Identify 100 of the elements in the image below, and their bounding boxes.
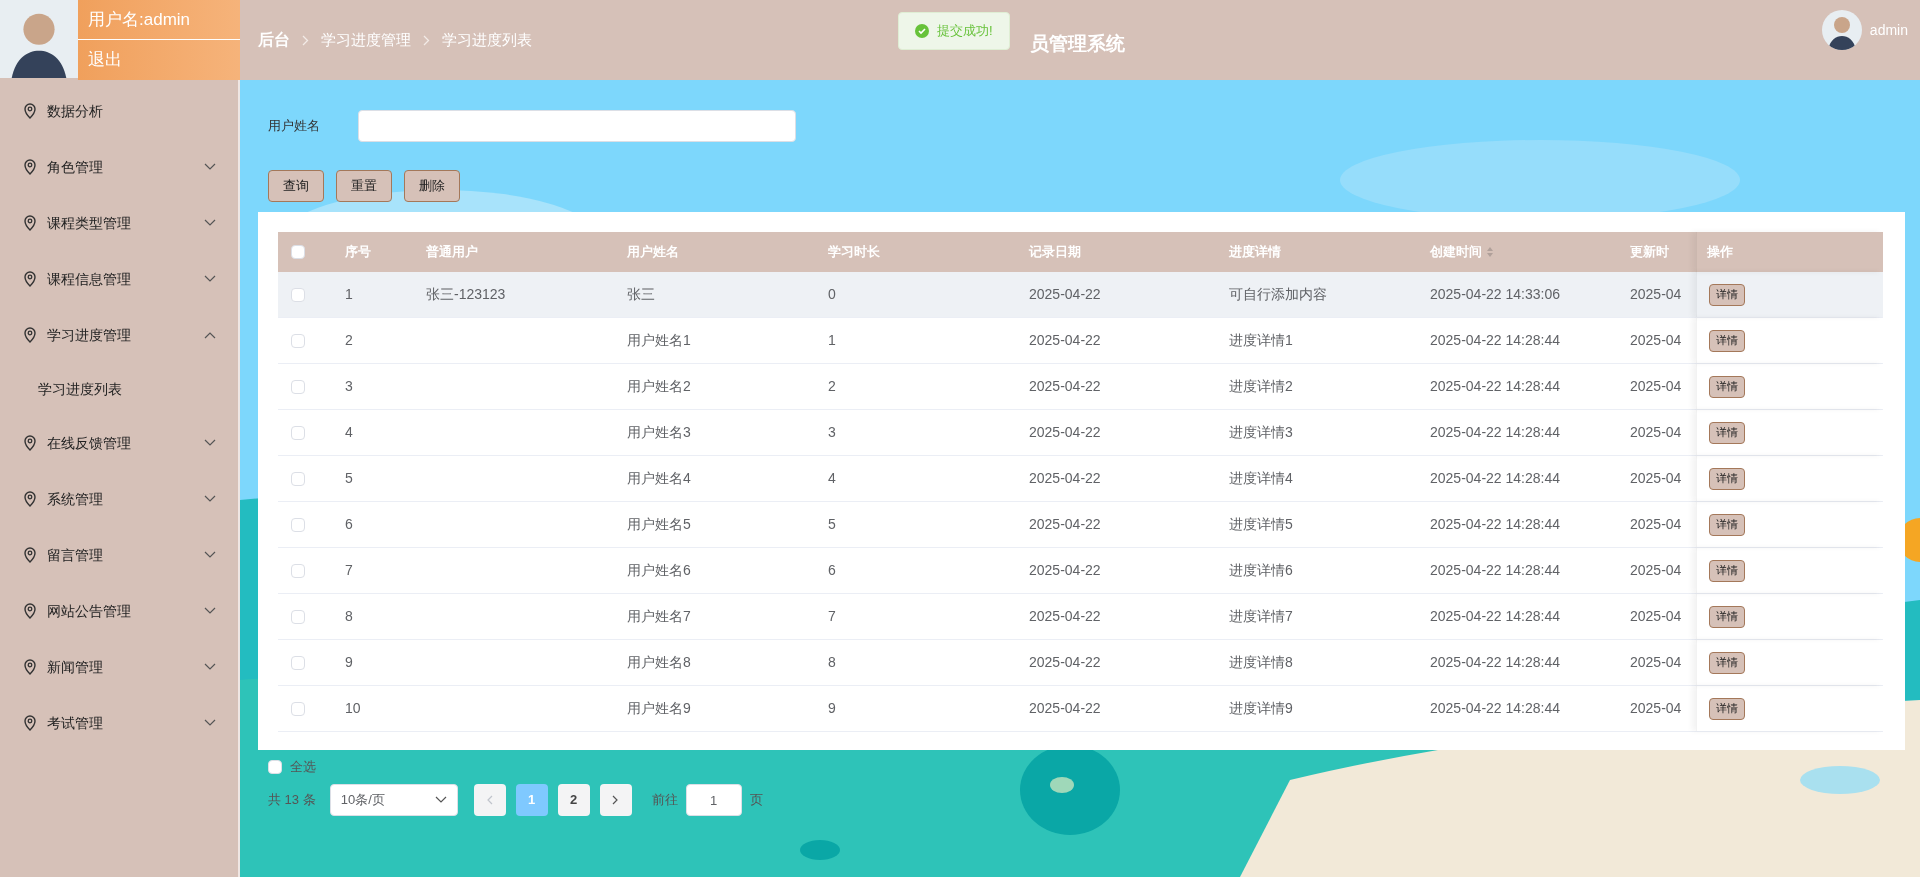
table-cell: 6 xyxy=(828,562,836,578)
location-pin-icon xyxy=(23,435,37,451)
location-pin-icon xyxy=(23,715,37,731)
detail-button[interactable]: 详情 xyxy=(1709,513,1745,536)
sidebar-item[interactable]: 数据分析 xyxy=(0,83,238,139)
table-row[interactable]: 6 用户姓名5 5 2025-04-22 进度详情5 2025-04-22 14:28:44 2025-04 详情 xyxy=(278,502,1883,548)
table-cell: 2025-04 xyxy=(1630,378,1682,394)
search-field[interactable] xyxy=(358,110,796,142)
table-cell: 进度详情4 xyxy=(1229,470,1293,486)
table-cell: 2025-04 xyxy=(1630,286,1682,302)
table-cell: 2 xyxy=(828,378,836,394)
toolbar-button[interactable]: 查询 xyxy=(268,170,324,202)
detail-button[interactable]: 详情 xyxy=(1709,697,1745,720)
chevron-down-icon xyxy=(204,439,216,447)
detail-button[interactable]: 详情 xyxy=(1709,283,1745,306)
table-cell: 2025-04 xyxy=(1630,562,1682,578)
sort-icon[interactable] xyxy=(1486,246,1494,258)
sidebar-item[interactable]: 角色管理 xyxy=(0,139,238,195)
location-pin-icon xyxy=(23,603,37,619)
table-row[interactable]: 2 用户姓名1 1 2025-04-22 进度详情1 2025-04-22 14:28:44 2025-04 详情 xyxy=(278,318,1883,364)
detail-button[interactable]: 详情 xyxy=(1709,375,1745,398)
table-cell: 用户姓名2 xyxy=(627,378,691,394)
chevron-down-icon xyxy=(204,275,216,283)
row-checkbox[interactable] xyxy=(291,517,305,532)
table-cell: 3 xyxy=(345,378,353,394)
detail-button[interactable]: 详情 xyxy=(1709,421,1745,444)
column-header: 序号 xyxy=(345,243,371,262)
column-header: 进度详情 xyxy=(1229,243,1281,262)
chevron-down-icon xyxy=(204,663,216,671)
chevron-right-icon xyxy=(612,795,620,805)
table-cell: 用户姓名8 xyxy=(627,654,691,670)
chevron-down-icon xyxy=(204,551,216,559)
sidebar-item[interactable]: 网站公告管理 xyxy=(0,583,238,639)
breadcrumb-item: 学习进度列表 xyxy=(442,29,532,50)
table-cell: 2025-04-22 14:28:44 xyxy=(1430,562,1560,578)
table-cell: 可自行添加内容 xyxy=(1229,286,1327,302)
table-row[interactable]: 10 用户姓名9 9 2025-04-22 进度详情9 2025-04-22 14:28:44 2025-04 详情 xyxy=(278,686,1883,732)
page-size-select[interactable]: 10条/页 xyxy=(329,784,458,816)
table-cell: 9 xyxy=(828,700,836,716)
prev-page-button[interactable] xyxy=(473,784,506,816)
table-cell: 4 xyxy=(345,424,353,440)
table-cell: 2025-04 xyxy=(1630,516,1682,532)
table-cell: 2025-04-22 14:28:44 xyxy=(1430,378,1560,394)
row-checkbox[interactable] xyxy=(291,379,305,394)
table-row[interactable]: 5 用户姓名4 4 2025-04-22 进度详情4 2025-04-22 14:28:44 2025-04 详情 xyxy=(278,456,1883,502)
detail-button[interactable]: 详情 xyxy=(1709,605,1745,628)
toolbar-button[interactable]: 删除 xyxy=(404,170,460,202)
sidebar-item[interactable]: 课程类型管理 xyxy=(0,195,238,251)
row-checkbox[interactable] xyxy=(291,609,305,624)
row-checkbox[interactable] xyxy=(291,471,305,486)
table-cell: 2025-04-22 xyxy=(1029,700,1101,716)
table-cell: 2025-04-22 14:28:44 xyxy=(1430,608,1560,624)
table-row[interactable]: 3 用户姓名2 2 2025-04-22 进度详情2 2025-04-22 14:28:44 2025-04 详情 xyxy=(278,364,1883,410)
location-pin-icon xyxy=(23,547,37,563)
table-cell: 5 xyxy=(828,516,836,532)
table-cell: 8 xyxy=(345,608,353,624)
table-cell: 2025-04-22 14:28:44 xyxy=(1430,424,1560,440)
admin-avatar xyxy=(1821,10,1862,50)
row-checkbox[interactable] xyxy=(291,287,305,302)
detail-button[interactable]: 详情 xyxy=(1709,467,1745,490)
toolbar-button[interactable]: 重置 xyxy=(336,170,392,202)
goto-suffix: 页 xyxy=(749,791,763,810)
table-row[interactable]: 4 用户姓名3 3 2025-04-22 进度详情3 2025-04-22 14:28:44 2025-04 详情 xyxy=(278,410,1883,456)
row-checkbox[interactable] xyxy=(291,333,305,348)
row-checkbox[interactable] xyxy=(291,655,305,670)
chevron-left-icon xyxy=(486,795,494,805)
table-cell: 2025-04 xyxy=(1630,700,1682,716)
goto-page-field[interactable]: 1 xyxy=(685,784,742,816)
detail-button[interactable]: 详情 xyxy=(1709,559,1745,582)
table-row[interactable]: 9 用户姓名8 8 2025-04-22 进度详情8 2025-04-22 14:28:44 2025-04 详情 xyxy=(278,640,1883,686)
table-cell: 2025-04-22 14:28:44 xyxy=(1430,332,1560,348)
select-all-checkbox[interactable] xyxy=(268,760,282,774)
table-cell: 2025-04 xyxy=(1630,424,1682,440)
location-pin-icon xyxy=(23,159,37,175)
table-cell: 8 xyxy=(828,654,836,670)
sidebar-subitem[interactable]: 学习进度列表 xyxy=(0,363,238,415)
table-row[interactable]: 7 用户姓名6 6 2025-04-22 进度详情6 2025-04-22 14:28:44 2025-04 详情 xyxy=(278,548,1883,594)
table-row[interactable]: 1 张三-123123 张三 0 2025-04-22 可自行添加内容 2025-04-22 14:33:06 2025-04 详情 xyxy=(278,272,1883,318)
sidebar-item[interactable]: 课程信息管理 xyxy=(0,251,238,307)
table-cell: 2025-04 xyxy=(1630,470,1682,486)
header-checkbox[interactable] xyxy=(291,245,305,259)
chevron-up-icon xyxy=(204,331,216,339)
column-header: 记录日期 xyxy=(1029,243,1081,262)
detail-button[interactable]: 详情 xyxy=(1709,329,1745,352)
detail-button[interactable]: 详情 xyxy=(1709,651,1745,674)
row-checkbox[interactable] xyxy=(291,701,305,716)
table-cell: 4 xyxy=(828,470,836,486)
sidebar-item[interactable]: 在线反馈管理 xyxy=(0,415,238,471)
row-checkbox[interactable] xyxy=(291,425,305,440)
sidebar-item[interactable]: 系统管理 xyxy=(0,471,238,527)
page-button[interactable]: 2 xyxy=(557,784,590,816)
table-cell: 2025-04-22 14:28:44 xyxy=(1430,654,1560,670)
table-row[interactable]: 8 用户姓名7 7 2025-04-22 进度详情7 2025-04-22 14:28:44 2025-04 详情 xyxy=(278,594,1883,640)
sidebar-item[interactable]: 学习进度管理 xyxy=(0,307,238,363)
sidebar-item[interactable]: 新闻管理 xyxy=(0,639,238,695)
next-page-button[interactable] xyxy=(599,784,632,816)
sidebar-item[interactable]: 考试管理 xyxy=(0,695,238,751)
row-checkbox[interactable] xyxy=(291,563,305,578)
search-label: 用户姓名 xyxy=(268,117,321,136)
sidebar-item[interactable]: 留言管理 xyxy=(0,527,238,583)
